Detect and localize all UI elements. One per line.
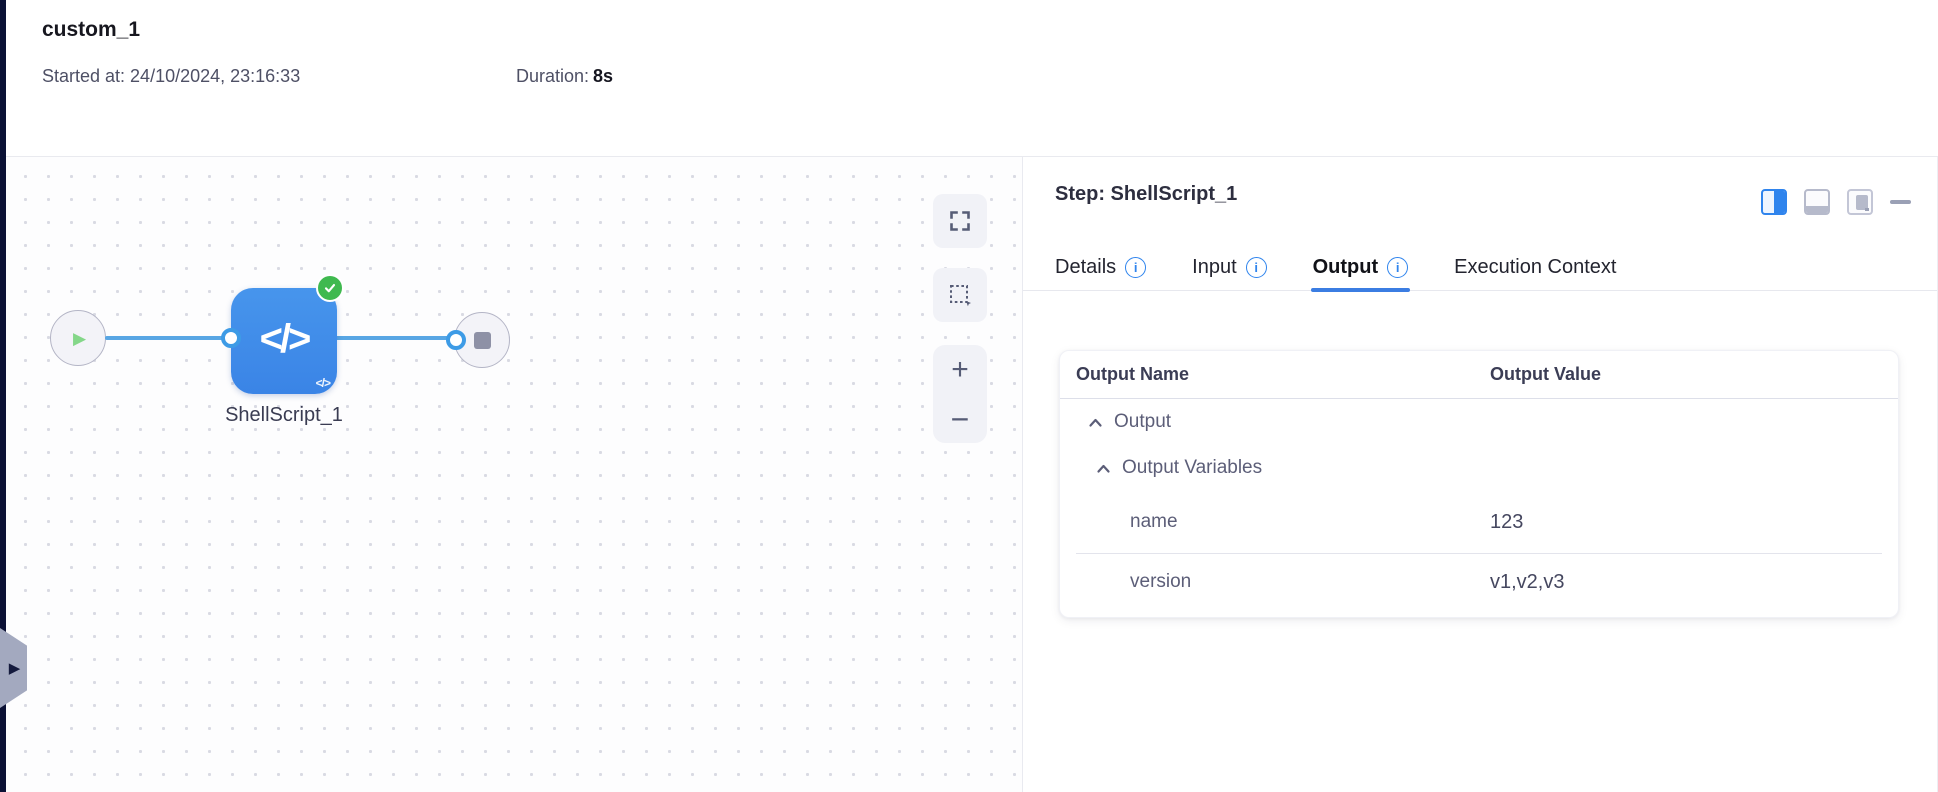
output-group-row[interactable]: Output (1060, 399, 1898, 445)
split-right-view-icon[interactable] (1761, 189, 1787, 215)
step-panel-title: Step: ShellScript_1 (1055, 183, 1238, 205)
chevron-up-icon (1089, 418, 1102, 427)
shell-script-icon: </> (259, 316, 312, 361)
active-tab-underline (1310, 288, 1411, 292)
group-label: Output Variables (1122, 457, 1263, 478)
output-value: 123 (1490, 510, 1524, 533)
output-table-card: Output Name Output Value Output Output V… (1059, 350, 1899, 618)
fit-to-screen-button[interactable] (933, 194, 987, 248)
success-check-icon (316, 274, 344, 302)
output-table-header: Output Name Output Value (1060, 351, 1898, 399)
connector-port-right (446, 330, 466, 350)
group-label: Output (1114, 411, 1172, 432)
zoom-out-button[interactable]: − (933, 394, 987, 443)
table-row: version v1,v2,v3 (1060, 554, 1898, 610)
edge-step-to-end (331, 336, 456, 340)
pipeline-title: custom_1 (42, 18, 141, 41)
zoom-controls: + − (933, 345, 987, 443)
info-icon[interactable]: i (1125, 257, 1147, 278)
chevron-right-icon: ▶ (8, 659, 21, 677)
output-value: v1,v2,v3 (1490, 570, 1565, 593)
step-details-panel: Step: ShellScript_1 Details i Input i Ou… (1022, 157, 1938, 792)
pipeline-canvas[interactable]: ▶ </> </> ShellScript_1 + − (6, 157, 1022, 792)
started-at-text: Started at: 24/10/2024, 23:16:33 (42, 66, 301, 86)
bottom-view-icon[interactable] (1804, 189, 1830, 215)
output-key: name (1130, 511, 1178, 532)
table-row: name 123 (1060, 491, 1898, 553)
output-key: version (1130, 571, 1192, 592)
duration-text: Duration: 8s (516, 66, 613, 87)
edge-start-to-step (105, 336, 233, 340)
step-tabs-bar: Details i Input i Output i Execution Con… (1023, 245, 1937, 292)
tab-details[interactable]: Details i (1055, 245, 1147, 290)
tab-output[interactable]: Output i (1310, 245, 1411, 292)
marquee-select-button[interactable] (933, 268, 987, 322)
duration-label: Duration: (516, 66, 590, 86)
output-variables-group-row[interactable]: Output Variables (1060, 445, 1898, 491)
step-node-label: ShellScript_1 (225, 404, 343, 426)
info-icon[interactable]: i (1387, 257, 1409, 278)
shell-script-mini-icon: </> (315, 376, 331, 390)
execution-header: custom_1 Started at: 24/10/2024, 23:16:3… (6, 0, 1938, 157)
column-output-value: Output Value (1490, 364, 1602, 384)
column-output-name: Output Name (1076, 364, 1190, 384)
duration-value: 8s (593, 66, 614, 86)
floating-view-icon[interactable] (1847, 189, 1873, 215)
panel-layout-controls (1761, 189, 1911, 215)
chevron-up-icon (1097, 464, 1110, 473)
start-node[interactable]: ▶ (50, 310, 106, 366)
minimize-panel-button[interactable] (1890, 200, 1911, 204)
connector-port-left (221, 328, 241, 348)
info-icon[interactable]: i (1245, 257, 1267, 278)
step-node-shellscript[interactable]: </> </> (231, 288, 337, 394)
tab-execution-context[interactable]: Execution Context (1454, 245, 1616, 290)
fullscreen-icon (950, 211, 970, 231)
pipeline-execution-view: custom_1 Started at: 24/10/2024, 23:16:3… (0, 0, 1938, 792)
tab-input[interactable]: Input i (1192, 245, 1267, 290)
stop-icon (473, 331, 491, 349)
play-icon: ▶ (72, 328, 87, 348)
marquee-select-icon (950, 285, 971, 307)
zoom-in-button[interactable]: + (933, 345, 987, 394)
